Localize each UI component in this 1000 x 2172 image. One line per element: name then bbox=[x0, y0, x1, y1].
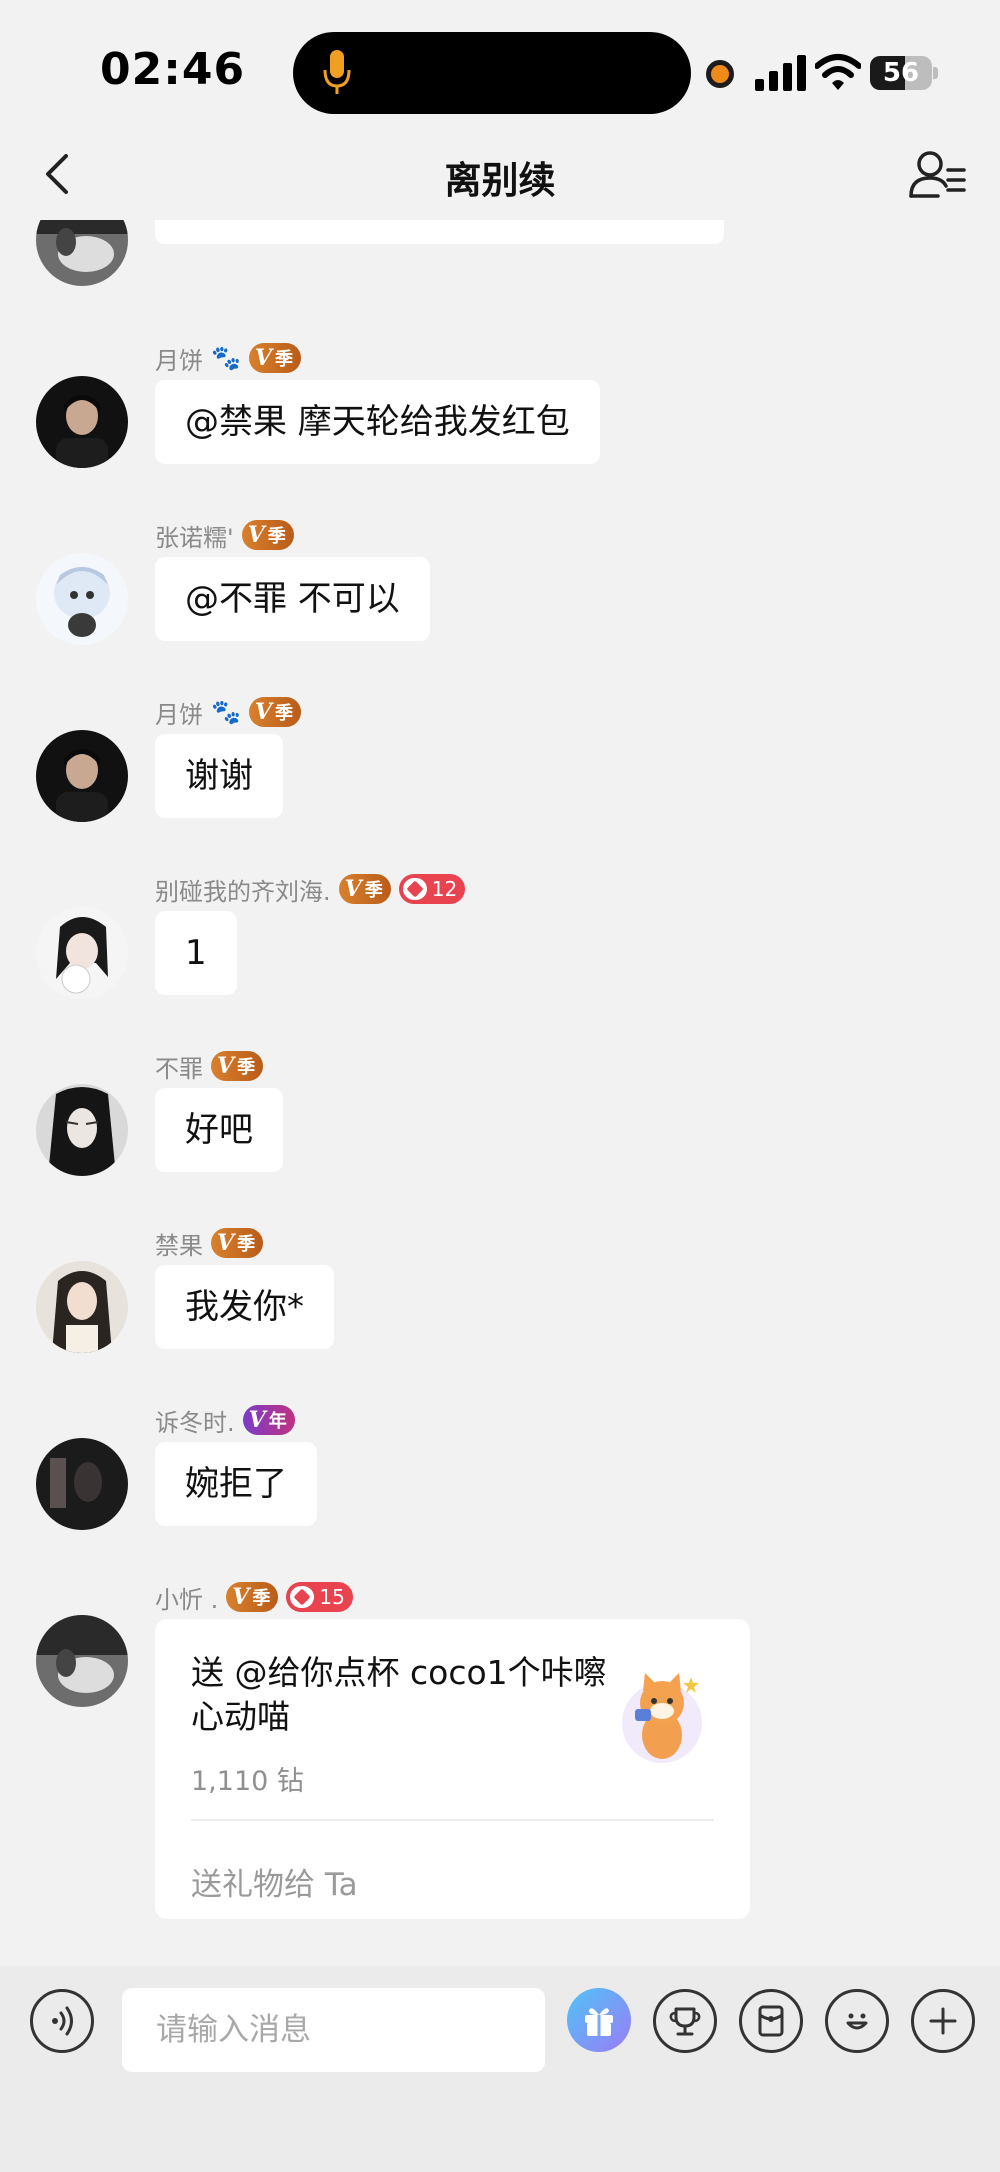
vip-badge[interactable]: V季 bbox=[241, 520, 294, 550]
message-bubble[interactable]: 好吧 bbox=[155, 1088, 283, 1172]
paw-icon: 🐾 bbox=[211, 344, 241, 372]
vip-badge[interactable]: V季 bbox=[248, 697, 301, 727]
battery-percent: 56 bbox=[882, 58, 920, 88]
avatar[interactable] bbox=[36, 553, 128, 645]
message-bubble[interactable]: @给你点杯 coco 九月第一个特效 bbox=[155, 220, 724, 244]
gift-description: 送 @给你点杯 coco1个咔嚓心动喵 bbox=[191, 1653, 607, 1736]
avatar[interactable] bbox=[36, 1084, 128, 1176]
dynamic-island bbox=[293, 32, 691, 114]
red-packet-icon bbox=[758, 2005, 784, 2037]
trophy-button[interactable] bbox=[653, 1989, 717, 2053]
heart-icon bbox=[290, 1586, 315, 1608]
plus-icon bbox=[929, 2007, 957, 2035]
more-button[interactable] bbox=[911, 1989, 975, 2053]
sender-name[interactable]: 月饼 bbox=[155, 695, 203, 730]
paw-icon: 🐾 bbox=[211, 698, 241, 726]
voice-icon bbox=[52, 2006, 73, 2036]
message-bubble[interactable]: 1 bbox=[155, 911, 237, 995]
vip-badge[interactable]: V季 bbox=[248, 343, 301, 373]
chat-header: 离别续 bbox=[0, 130, 1000, 220]
avatar[interactable] bbox=[36, 730, 128, 822]
sender-row: 禁果 V季 bbox=[155, 1226, 264, 1261]
sender-row: 月饼 🐾 V季 bbox=[155, 341, 301, 376]
vip-badge[interactable]: V季 bbox=[211, 1228, 264, 1258]
divider bbox=[191, 1819, 714, 1821]
vip-badge[interactable]: V年 bbox=[242, 1405, 295, 1435]
sender-row: 不罪 V季 bbox=[155, 1049, 264, 1084]
status-bar: 02:46 56 bbox=[0, 0, 1000, 140]
sender-name[interactable]: 别碰我的齐刘海. bbox=[155, 872, 331, 907]
avatar[interactable] bbox=[36, 907, 128, 999]
sender-row: 别碰我的齐刘海. V季 12 bbox=[155, 872, 466, 907]
emoji-button[interactable] bbox=[825, 1989, 889, 2053]
fan-level-badge[interactable]: 12 bbox=[398, 874, 466, 904]
group-members-icon[interactable] bbox=[908, 148, 968, 202]
sender-row: 诉冬时. V年 bbox=[155, 1403, 295, 1438]
sender-row: 张诺糯' V季 bbox=[155, 518, 294, 553]
message-bubble[interactable]: @不罪 不可以 bbox=[155, 557, 430, 641]
vip-badge[interactable]: V季 bbox=[211, 1051, 264, 1081]
message-list[interactable]: @给你点杯 coco 九月第一个特效 月饼 🐾 V季 @禁果 摩天轮给我发红包 … bbox=[0, 220, 1000, 1966]
trophy-icon bbox=[669, 2007, 701, 2036]
sender-row: 小忻 . V季 15 bbox=[155, 1580, 353, 1615]
sender-row: 月饼 🐾 V季 bbox=[155, 695, 301, 730]
message-bubble[interactable]: 谢谢 bbox=[155, 734, 283, 818]
sender-name[interactable]: 张诺糯' bbox=[155, 518, 234, 553]
battery-icon: 56 bbox=[870, 56, 938, 90]
fan-level-badge[interactable]: 15 bbox=[286, 1582, 353, 1612]
gift-icon bbox=[585, 2008, 613, 2036]
send-gift-link[interactable]: 送礼物给 Ta bbox=[191, 1859, 358, 1904]
sender-name[interactable]: 禁果 bbox=[155, 1226, 203, 1261]
avatar[interactable] bbox=[36, 1261, 128, 1353]
wifi-icon bbox=[815, 54, 861, 90]
avatar[interactable] bbox=[36, 376, 128, 468]
microphone-icon bbox=[323, 50, 351, 94]
chat-title: 离别续 bbox=[444, 159, 556, 202]
gift-message-card[interactable]: 送 @给你点杯 coco1个咔嚓心动喵 1,110 钻 送礼物给 Ta bbox=[155, 1619, 750, 1919]
cat-gift-icon bbox=[622, 1673, 702, 1763]
message-bubble[interactable]: @禁果 摩天轮给我发红包 bbox=[155, 380, 600, 464]
red-packet-button[interactable] bbox=[739, 1989, 803, 2053]
avatar[interactable] bbox=[36, 1615, 128, 1707]
avatar[interactable] bbox=[36, 220, 128, 286]
smiley-icon bbox=[846, 2013, 868, 2030]
voice-input-button[interactable] bbox=[30, 1989, 94, 2053]
sender-name[interactable]: 不罪 bbox=[155, 1049, 203, 1084]
recording-indicator-icon bbox=[706, 60, 734, 88]
message-input[interactable] bbox=[122, 1988, 545, 2072]
status-time: 02:46 bbox=[100, 44, 246, 95]
cellular-signal-icon bbox=[755, 55, 806, 91]
vip-badge[interactable]: V季 bbox=[226, 1582, 279, 1612]
avatar[interactable] bbox=[36, 1438, 128, 1530]
sender-name[interactable]: 小忻 . bbox=[155, 1580, 218, 1615]
message-bubble[interactable]: 我发你* bbox=[155, 1265, 334, 1349]
gift-button[interactable] bbox=[567, 1988, 631, 2052]
sender-name[interactable]: 诉冬时. bbox=[155, 1403, 235, 1438]
gift-price: 1,110 钻 bbox=[191, 1766, 304, 1797]
vip-badge[interactable]: V季 bbox=[338, 874, 391, 904]
sender-name[interactable]: 月饼 bbox=[155, 341, 203, 376]
heart-icon bbox=[402, 878, 427, 900]
message-bubble[interactable]: 婉拒了 bbox=[155, 1442, 317, 1526]
